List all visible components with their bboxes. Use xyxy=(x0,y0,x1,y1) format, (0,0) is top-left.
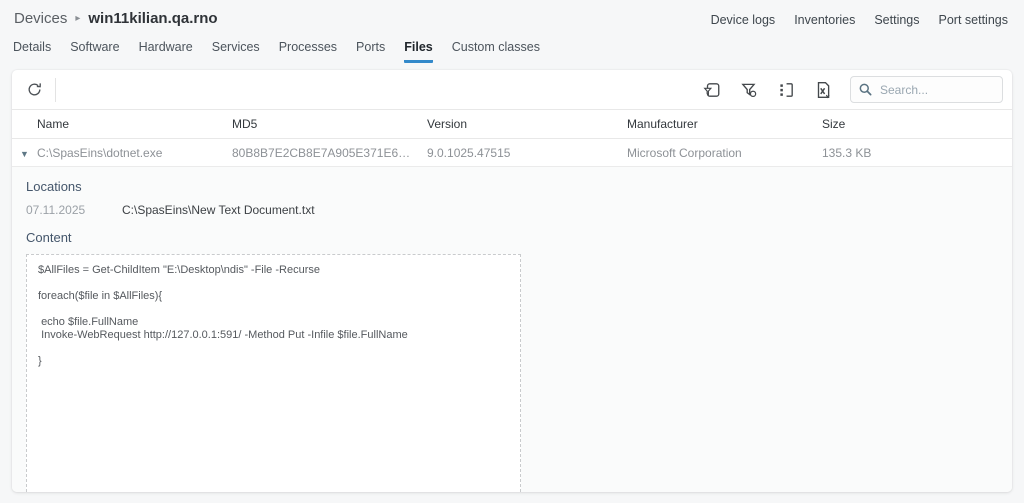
collapse-row-icon[interactable]: ▼ xyxy=(20,149,29,159)
tab-files[interactable]: Files xyxy=(404,40,433,63)
breadcrumb-devices[interactable]: Devices xyxy=(14,10,67,27)
locations-title: Locations xyxy=(26,179,82,194)
filter-builder-button[interactable] xyxy=(738,79,760,101)
tab-software[interactable]: Software xyxy=(70,40,119,63)
column-header-size[interactable]: Size xyxy=(822,117,1012,131)
top-links: Device logs Inventories Settings Port se… xyxy=(711,10,1008,27)
tab-ports[interactable]: Ports xyxy=(356,40,385,63)
file-content-box: $AllFiles = Get-ChildItem "E:\Desktop\nd… xyxy=(26,254,521,492)
filter-panel-button[interactable] xyxy=(701,79,723,101)
file-manufacturer-cell: Microsoft Corporation xyxy=(627,145,742,160)
table-header: Name MD5 Version Manufacturer Size xyxy=(12,109,1012,139)
topbar: Devices ▸ win11kilian.qa.rno Device logs… xyxy=(0,0,1024,27)
search-box xyxy=(850,76,1003,103)
location-row: 07.11.2025 C:\SpasEins\New Text Document… xyxy=(26,203,998,217)
row-detail: Locations 07.11.2025 C:\SpasEins\New Tex… xyxy=(12,167,1012,492)
column-header-name[interactable]: Name xyxy=(37,117,232,131)
export-excel-icon xyxy=(814,81,832,99)
link-device-logs[interactable]: Device logs xyxy=(711,13,776,27)
link-inventories[interactable]: Inventories xyxy=(794,13,855,27)
filter-builder-icon xyxy=(740,81,758,99)
breadcrumb: Devices ▸ win11kilian.qa.rno xyxy=(14,10,218,27)
files-panel: Name MD5 Version Manufacturer Size ▼ C:\… xyxy=(12,70,1012,492)
table-row[interactable]: ▼ C:\SpasEins\dotnet.exe 80B8B7E2CB8E7A9… xyxy=(12,139,1012,167)
tab-processes[interactable]: Processes xyxy=(279,40,337,63)
file-version-cell: 9.0.1025.47515 xyxy=(427,145,511,160)
file-md5-cell: 80B8B7E2CB8E7A905E371E6D4741E3D2 xyxy=(232,145,427,160)
content-title: Content xyxy=(26,230,72,245)
column-chooser-button[interactable] xyxy=(775,79,797,101)
breadcrumb-arrow-icon: ▸ xyxy=(75,13,81,24)
link-port-settings[interactable]: Port settings xyxy=(939,13,1008,27)
tab-hardware[interactable]: Hardware xyxy=(139,40,193,63)
breadcrumb-device-name: win11kilian.qa.rno xyxy=(88,10,218,27)
link-settings[interactable]: Settings xyxy=(874,13,919,27)
filter-panel-icon xyxy=(703,81,721,99)
export-excel-button[interactable] xyxy=(812,79,834,101)
column-chooser-icon xyxy=(777,81,795,99)
grid-toolbar xyxy=(12,70,1012,109)
tab-details[interactable]: Details xyxy=(13,40,51,63)
tab-services[interactable]: Services xyxy=(212,40,260,63)
column-header-manufacturer[interactable]: Manufacturer xyxy=(627,117,822,131)
column-header-md5[interactable]: MD5 xyxy=(232,117,427,131)
refresh-button[interactable] xyxy=(24,79,45,100)
tab-bar: Details Software Hardware Services Proce… xyxy=(0,40,1024,63)
search-icon xyxy=(858,82,873,97)
toolbar-divider xyxy=(55,77,56,102)
location-path: C:\SpasEins\New Text Document.txt xyxy=(122,203,315,217)
column-header-version[interactable]: Version xyxy=(427,117,627,131)
file-size-cell: 135.3 KB xyxy=(822,145,872,160)
refresh-icon xyxy=(26,81,43,98)
location-date: 07.11.2025 xyxy=(26,203,86,217)
tab-custom-classes[interactable]: Custom classes xyxy=(452,40,540,63)
file-name-cell: C:\SpasEins\dotnet.exe xyxy=(37,145,163,160)
